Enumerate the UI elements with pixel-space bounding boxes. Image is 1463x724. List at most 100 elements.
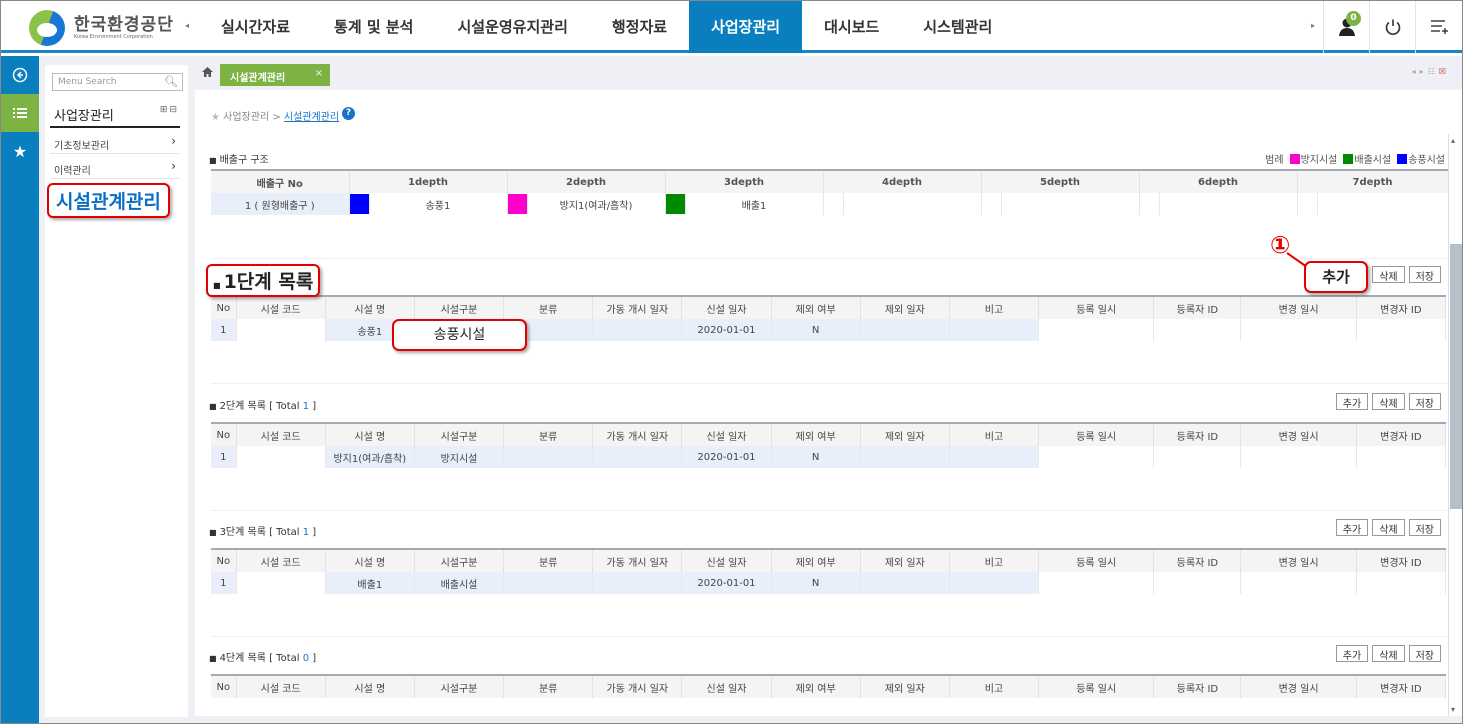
cell-category[interactable]: [503, 446, 594, 468]
user-button[interactable]: 0: [1323, 1, 1369, 53]
table-row[interactable]: 1 배출1 배출시설 2020-01-01 N: [211, 572, 1447, 594]
col-header[interactable]: 시설 명: [325, 549, 415, 572]
add-button-callout[interactable]: 추가: [1304, 261, 1368, 293]
col-header[interactable]: 변경자 ID: [1356, 549, 1447, 572]
col-header[interactable]: 분류: [503, 296, 594, 319]
cell-no[interactable]: 1: [211, 319, 237, 341]
breadcrumb-parent[interactable]: 사업장관리: [223, 112, 269, 123]
menu-statistics-analysis[interactable]: 통계 및 분석: [312, 1, 435, 53]
col-header[interactable]: 신설 일자: [681, 675, 772, 698]
cell-note[interactable]: [949, 572, 1040, 594]
tab-scroll-left-icon[interactable]: ◂: [1412, 67, 1420, 76]
delete-button[interactable]: 삭제: [1372, 519, 1405, 536]
cell-reg-id[interactable]: [1153, 572, 1242, 594]
col-header[interactable]: 변경 일시: [1240, 675, 1357, 698]
sidebar-item-history[interactable]: 이력관리 ›: [50, 155, 180, 179]
col-header[interactable]: 신설 일자: [681, 549, 772, 572]
cell-code[interactable]: [236, 572, 326, 594]
tab-list-icon[interactable]: ☷: [1428, 67, 1439, 76]
col-header[interactable]: 시설 명: [325, 423, 415, 446]
scrollbar-thumb[interactable]: [1450, 244, 1462, 509]
back-button[interactable]: [1, 56, 39, 94]
col-header[interactable]: 등록자 ID: [1153, 549, 1242, 572]
cell-reg-date[interactable]: [1038, 446, 1155, 468]
col-header[interactable]: 시설 명: [325, 296, 415, 319]
col-header[interactable]: 비고: [949, 675, 1040, 698]
cell-name[interactable]: 방지1(여과/흡착): [325, 446, 415, 468]
cell-mod-date[interactable]: [1240, 319, 1357, 341]
vertical-scrollbar[interactable]: ▴ ▾: [1448, 134, 1462, 716]
structure-row[interactable]: 1 ( 원형배출구 ) 송풍1 방지1(여과/흡착) 배출1: [211, 193, 1448, 215]
cell-type[interactable]: 방지시설: [414, 446, 505, 468]
col-header[interactable]: 비고: [949, 549, 1040, 572]
depth-facility-cell[interactable]: [1001, 193, 1140, 215]
cell-mod-date[interactable]: [1240, 446, 1357, 468]
col-header[interactable]: 제외 일자: [860, 549, 950, 572]
menu-list-button[interactable]: [1, 94, 39, 132]
menu-system-management[interactable]: 시스템관리: [901, 1, 1014, 53]
col-header[interactable]: 가동 개시 일자: [592, 423, 683, 446]
cell-category[interactable]: [503, 572, 594, 594]
col-header[interactable]: 등록 일시: [1038, 675, 1155, 698]
home-icon[interactable]: [202, 67, 213, 80]
col-header[interactable]: 제외 여부: [771, 549, 861, 572]
depth-facility-cell[interactable]: [843, 193, 982, 215]
depth-facility-cell[interactable]: [1159, 193, 1298, 215]
depth-facility-cell[interactable]: 방지1(여과/흡착): [527, 193, 666, 215]
col-header[interactable]: 가동 개시 일자: [592, 296, 683, 319]
cell-reg-date[interactable]: [1038, 319, 1155, 341]
save-button[interactable]: 저장: [1408, 266, 1441, 283]
cell-new-date[interactable]: 2020-01-01: [681, 572, 772, 594]
cell-mod-id[interactable]: [1356, 319, 1447, 341]
cell-reg-id[interactable]: [1153, 446, 1242, 468]
delete-button[interactable]: 삭제: [1372, 393, 1405, 410]
search-icon[interactable]: 🔍︎: [164, 75, 178, 88]
collapse-all-icon[interactable]: ⊟: [169, 105, 179, 115]
col-header[interactable]: 시설 코드: [236, 549, 326, 572]
col-header[interactable]: 비고: [949, 296, 1040, 319]
menu-dashboard[interactable]: 대시보드: [802, 1, 901, 53]
cell-excluded[interactable]: N: [771, 446, 861, 468]
menu-scroll-right-icon[interactable]: ▸: [1311, 21, 1315, 30]
cell-no[interactable]: 1: [211, 446, 237, 468]
col-header[interactable]: 등록 일시: [1038, 549, 1155, 572]
save-button[interactable]: 저장: [1408, 393, 1441, 410]
cell-new-date[interactable]: 2020-01-01: [681, 319, 772, 341]
cell-start-date[interactable]: [592, 572, 683, 594]
col-header[interactable]: 시설 코드: [236, 296, 326, 319]
add-button[interactable]: 추가: [1335, 393, 1369, 410]
col-header[interactable]: 비고: [949, 423, 1040, 446]
add-button[interactable]: 추가: [1335, 645, 1369, 662]
col-header[interactable]: 변경자 ID: [1356, 296, 1447, 319]
col-header[interactable]: 등록자 ID: [1153, 296, 1242, 319]
delete-button[interactable]: 삭제: [1372, 266, 1405, 283]
col-header[interactable]: 시설구분: [414, 675, 505, 698]
col-header[interactable]: No: [211, 423, 237, 446]
add-button[interactable]: 추가: [1335, 519, 1369, 536]
col-header[interactable]: 신설 일자: [681, 296, 772, 319]
cell-exclude-date[interactable]: [860, 319, 950, 341]
cell-mod-date[interactable]: [1240, 572, 1357, 594]
scroll-down-icon[interactable]: ▾: [1451, 705, 1455, 714]
sidebar-item-facility-relation-highlighted[interactable]: 시설관계관리: [47, 183, 170, 218]
sidebar-item-basic-info[interactable]: 기초정보관리 ›: [50, 130, 180, 154]
menu-facility-maintenance[interactable]: 시설운영유지관리: [435, 1, 589, 53]
col-header[interactable]: 신설 일자: [681, 423, 772, 446]
cell-excluded[interactable]: N: [771, 319, 861, 341]
cell-exclude-date[interactable]: [860, 572, 950, 594]
col-header[interactable]: 변경자 ID: [1356, 423, 1447, 446]
depth-facility-cell[interactable]: [1317, 193, 1448, 215]
favorites-button[interactable]: ★: [1, 132, 39, 170]
scroll-up-icon[interactable]: ▴: [1451, 136, 1455, 145]
cell-type[interactable]: 배출시설: [414, 572, 505, 594]
menu-search-input[interactable]: Menu Search 🔍︎: [52, 73, 183, 91]
logout-button[interactable]: [1369, 1, 1415, 53]
col-header[interactable]: No: [211, 549, 237, 572]
menu-scroll-left-icon[interactable]: ◂: [185, 21, 189, 30]
tab-facility-relation[interactable]: 시설관계관리 ×: [220, 64, 330, 86]
tab-scroll-right-icon[interactable]: ▸: [1420, 67, 1428, 76]
menu-workplace-management[interactable]: 사업장관리: [689, 1, 803, 53]
save-button[interactable]: 저장: [1408, 519, 1441, 536]
col-header[interactable]: 분류: [503, 675, 594, 698]
cell-excluded[interactable]: N: [771, 572, 861, 594]
